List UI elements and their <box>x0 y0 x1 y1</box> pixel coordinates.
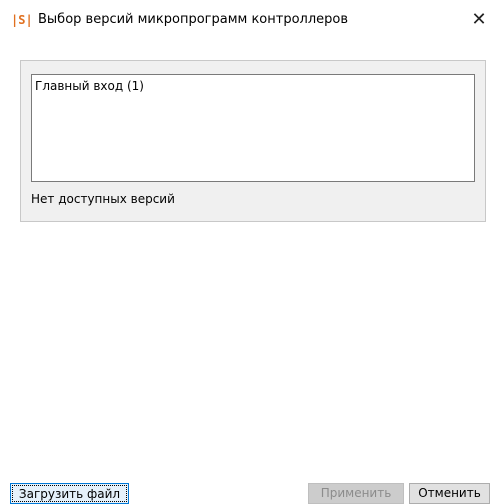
apply-button[interactable]: Применить <box>308 483 404 504</box>
controller-list[interactable]: Главный вход (1) <box>31 74 475 182</box>
cancel-button[interactable]: Отменить <box>409 483 490 504</box>
load-file-button-label: Загрузить файл <box>12 485 127 502</box>
list-item[interactable]: Главный вход (1) <box>35 79 144 94</box>
title-bar: |S| Выбор версий микропрограмм контролле… <box>0 0 490 40</box>
app-logo-icon: |S| <box>11 13 33 27</box>
window-title: Выбор версий микропрограмм контроллеров <box>38 12 349 27</box>
close-button[interactable]: ✕ <box>468 6 490 34</box>
versions-status: Нет доступных версий <box>31 192 175 206</box>
load-file-button[interactable]: Загрузить файл <box>10 483 129 504</box>
close-icon: ✕ <box>471 9 487 30</box>
controller-panel: Главный вход (1) Нет доступных версий <box>20 60 486 222</box>
